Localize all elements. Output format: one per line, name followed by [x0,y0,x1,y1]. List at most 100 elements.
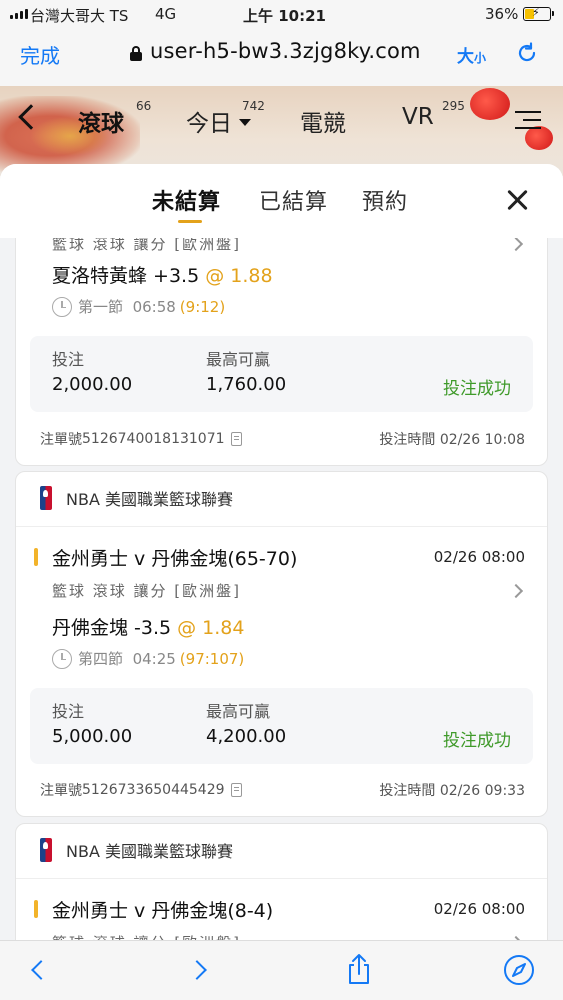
bet-type: 籃球 滾球 讓分 [歐洲盤] [52,932,241,940]
ticket-number: 注單號 5126733650445429 [40,780,242,800]
bet-pick-selection: 丹佛金塊 -3.5 [52,617,172,639]
game-status: 第一節 06:58 (9:12) [52,296,225,317]
ticket-prefix: 注單號 [40,783,82,799]
bet-records-sheet: 未結算 已結算 預約 籃球 滾球 讓分 [歐洲盤] 夏洛特黃蜂 +3.5 @ 1.… [0,164,563,940]
bet-card[interactable]: NBA 美國職業籃球聯賽 金州勇士 v 丹佛金塊(65-70) 02/26 08… [15,471,548,817]
stake-summary: 投注 5,000.00 最高可贏 4,200.00 投注成功 [30,688,533,764]
text-size-big: 大 [457,47,474,67]
stake-summary: 投注 2,000.00 最高可贏 1,760.00 投注成功 [30,336,533,412]
bet-time-prefix: 投注時間 [379,783,436,799]
nav-tab-today[interactable]: 今日 [186,104,232,138]
active-tab-indicator [178,220,202,223]
bet-pick: 丹佛金塊 -3.5 @ 1.84 [52,613,244,640]
ticket-number: 注單號 5126740018131071 [40,429,242,449]
league-header: NBA 美國職業籃球聯賽 [40,486,233,510]
cellular-signal-icon [10,9,28,19]
url-field[interactable]: user-h5-bw3.3zjg8ky.com [150,39,421,63]
browser-forward-icon[interactable] [187,960,207,980]
chevron-right-icon[interactable] [508,583,524,599]
text-size-small: 小 [474,51,487,65]
max-win-label: 最高可贏 [206,702,271,721]
close-icon[interactable] [505,188,529,212]
match-marker [34,900,38,918]
bet-pick: 夏洛特黃蜂 +3.5 @ 1.88 [52,261,273,288]
nav-tab-vr[interactable]: VR [402,104,434,130]
bet-time-value: 02/26 09:33 [439,783,525,799]
browser-toolbar [0,940,563,1000]
copy-icon[interactable] [230,432,242,446]
bet-odds: @ 1.88 [205,265,273,287]
battery-percent: 36% [485,5,519,23]
bet-status-badge: 投注成功 [443,379,511,399]
bet-type: 籃球 滾球 讓分 [歐洲盤] [52,582,242,600]
nav-tab-today-count: 742 [242,99,265,113]
network-type: 4G [155,5,177,23]
tab-reserved[interactable]: 預約 [362,184,408,216]
tab-settled[interactable]: 已結算 [259,184,328,216]
browser-address-bar: 完成 user-h5-bw3.3zjg8ky.com 大小 [0,30,563,86]
game-score: (9:12) [179,297,226,316]
clock: 上午 10:21 [243,7,326,25]
app-nav-bar: 滾球 66 今日 742 電競 VR 295 [0,86,563,176]
nav-tab-vr-count: 295 [442,99,465,113]
browser-back-icon[interactable] [31,960,51,980]
stake-value: 2,000.00 [52,374,133,395]
match-marker [34,548,38,566]
done-button[interactable]: 完成 [20,40,60,69]
clock-icon [52,296,72,317]
nav-tab-esports[interactable]: 電競 [300,104,346,138]
lock-icon [130,46,142,61]
status-bar: 台灣大哥大 TS 4G 上午 10:21 36% ⚡ [0,0,563,30]
bet-time: 投注時間 02/26 10:08 [379,429,525,449]
copy-icon[interactable] [230,783,242,797]
lantern-decoration [470,88,510,120]
reload-icon[interactable] [516,42,538,64]
bet-status-badge: 投注成功 [443,731,511,751]
divider [16,526,547,527]
chevron-down-icon[interactable] [239,119,251,126]
bet-odds: @ 1.84 [177,617,245,639]
game-clock: 04:25 [132,649,176,668]
divider [16,878,547,879]
ticket-value: 5126733650445429 [82,782,225,798]
compass-icon[interactable] [503,954,535,986]
stake-value: 5,000.00 [52,726,133,747]
share-icon[interactable] [345,953,373,985]
league-name: NBA 美國職業籃球聯賽 [66,490,233,509]
max-win-label: 最高可贏 [206,350,271,369]
match-time: 02/26 08:00 [433,900,525,918]
max-win-value: 1,760.00 [206,374,287,395]
ticket-prefix: 注單號 [40,432,82,448]
match-time: 02/26 08:00 [433,548,525,566]
bet-time-prefix: 投注時間 [379,432,436,448]
game-period: 第一節 [78,298,124,316]
league-name: NBA 美國職業籃球聯賽 [66,842,233,861]
nba-logo-icon [40,486,52,510]
match-title: 金州勇士 v 丹佛金塊(65-70) [52,548,298,570]
battery-charging-icon: ⚡ [523,6,554,21]
game-score: (97:107) [179,649,245,668]
chevron-right-icon[interactable] [508,236,524,252]
carrier-name: 台灣大哥大 TS [30,7,129,25]
bet-card[interactable]: NBA 美國職業籃球聯賽 金州勇士 v 丹佛金塊(8-4) 02/26 08:0… [15,823,548,940]
bet-pick-selection: 夏洛特黃蜂 +3.5 [52,265,200,287]
nav-tab-live-count: 66 [136,99,152,113]
tab-unsettled[interactable]: 未結算 [152,184,221,216]
filter-menu-icon[interactable] [515,108,541,132]
stake-label: 投注 [52,350,85,369]
bet-time: 投注時間 02/26 09:33 [379,780,525,800]
text-size-button[interactable]: 大小 [457,42,486,67]
league-header: NBA 美國職業籃球聯賽 [40,838,233,862]
game-clock: 06:58 [132,297,176,316]
game-status: 第四節 04:25 (97:107) [52,648,244,669]
clock-icon [52,648,72,669]
stake-label: 投注 [52,702,85,721]
max-win-value: 4,200.00 [206,726,287,747]
nba-logo-icon [40,838,52,862]
match-title: 金州勇士 v 丹佛金塊(8-4) [52,900,274,922]
game-period: 第四節 [78,650,124,668]
sheet-header: 未結算 已結算 預約 [0,164,563,238]
nav-tab-live[interactable]: 滾球 [78,104,124,138]
ticket-value: 5126740018131071 [82,431,225,447]
bet-time-value: 02/26 10:08 [439,432,525,448]
